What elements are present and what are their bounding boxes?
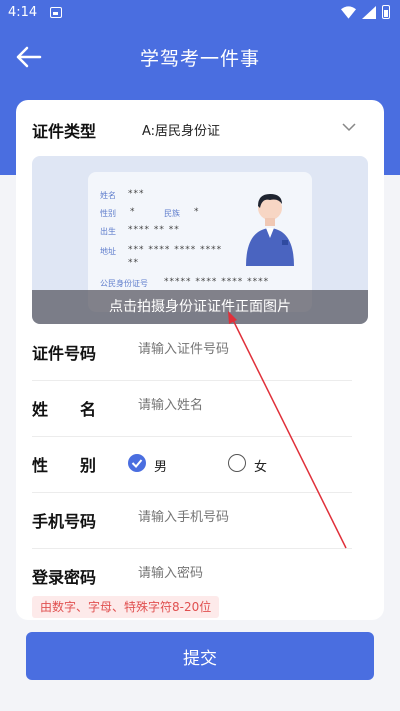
submit-button[interactable]: 提交 <box>26 632 374 680</box>
divider <box>32 436 352 437</box>
id-number-input[interactable] <box>138 342 338 357</box>
name-input[interactable] <box>138 398 338 413</box>
idnum-field-label: 公民身份证号 <box>100 279 148 288</box>
birth-field-label: 出生 <box>100 227 116 236</box>
divider <box>32 492 352 493</box>
ethnicity-field-value: * <box>194 207 200 217</box>
check-icon <box>131 459 143 468</box>
name-field-label: 姓名 <box>100 191 116 200</box>
gender-field-value: * <box>130 207 136 217</box>
gender-male-label[interactable]: 男 <box>154 456 167 475</box>
id-type-row[interactable]: 证件类型 A:居民身份证 <box>32 118 356 142</box>
id-number-label: 证件号码 <box>32 344 97 363</box>
password-label: 登录密码 <box>32 568 97 587</box>
app-bar: 学驾考一件事 <box>0 26 400 88</box>
phone-row: 手机号码 <box>32 508 352 532</box>
divider <box>32 380 352 381</box>
address-field-label: 地址 <box>100 247 116 256</box>
id-card-photo-button[interactable]: 姓名 *** 性别 * 民族 * 出生 **** ** ** 地址 *** **… <box>32 156 368 324</box>
idnum-field-value: ***** **** **** **** <box>164 277 270 287</box>
id-type-label: 证件类型 <box>32 122 97 141</box>
password-row: 登录密码 <box>32 564 352 588</box>
divider <box>32 548 352 549</box>
password-hint: 由数字、字母、特殊字符8-20位 <box>32 596 220 618</box>
address-field-value-2: ** <box>128 258 139 268</box>
phone-input[interactable] <box>138 510 338 525</box>
photo-hint-text: 点击拍摄身份证证件正面图片 <box>32 290 368 324</box>
chevron-down-icon[interactable] <box>342 122 356 132</box>
battery-icon <box>382 5 390 19</box>
portrait-icon <box>246 194 294 266</box>
signal-icon <box>362 5 376 19</box>
gender-female-label[interactable]: 女 <box>254 456 267 475</box>
wifi-icon <box>341 5 356 19</box>
id-type-value[interactable]: A:居民身份证 <box>142 120 220 139</box>
name-field-value: *** <box>128 189 145 199</box>
status-time: 4:14 <box>8 5 38 20</box>
name-row: 姓 名 <box>32 396 352 420</box>
phone-label: 手机号码 <box>32 512 97 531</box>
name-label: 姓 名 <box>32 400 97 419</box>
notification-icon <box>50 7 62 18</box>
birth-field-value: **** ** ** <box>128 225 180 235</box>
form-card: 证件类型 A:居民身份证 姓名 *** 性别 * 民族 * 出生 **** **… <box>16 100 384 620</box>
gender-row: 性 别 男 女 <box>32 452 352 476</box>
gender-field-label: 性别 <box>100 209 116 218</box>
gender-label: 性 别 <box>32 456 97 475</box>
ethnicity-field-label: 民族 <box>164 209 180 218</box>
id-number-row: 证件号码 <box>32 340 352 364</box>
gender-female-radio[interactable] <box>228 454 246 472</box>
gender-male-radio[interactable] <box>128 454 146 472</box>
page-title: 学驾考一件事 <box>139 48 260 70</box>
address-field-value: *** **** **** **** <box>128 245 223 255</box>
status-bar: 4:14 <box>0 0 400 26</box>
password-input[interactable] <box>138 566 338 581</box>
